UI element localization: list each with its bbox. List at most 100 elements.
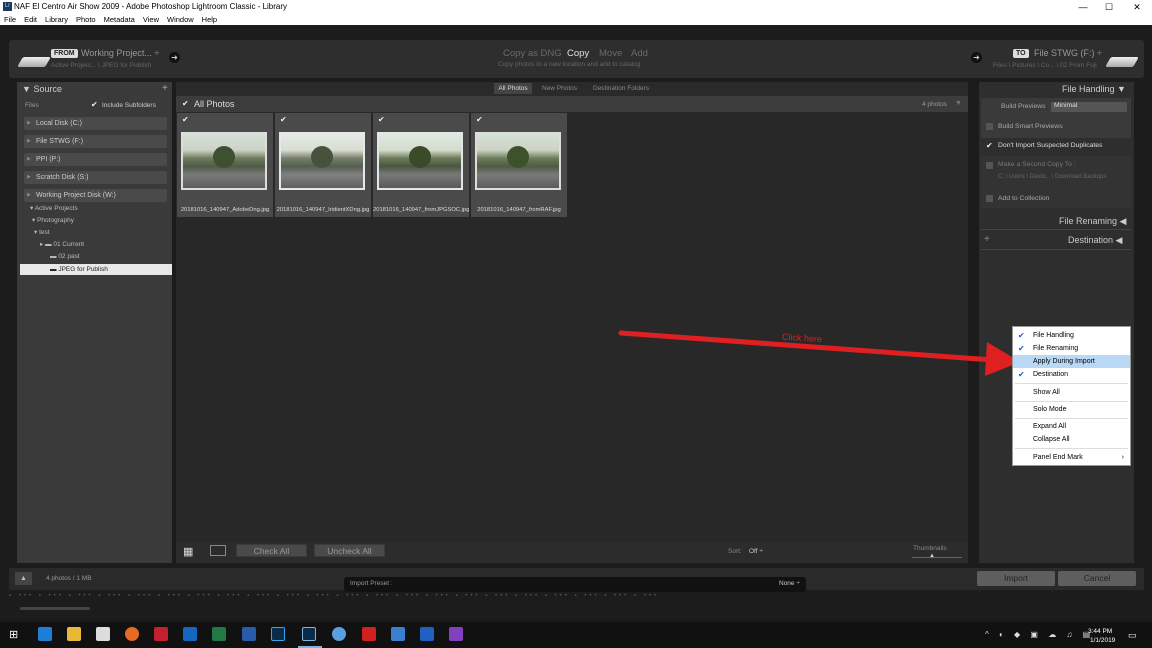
file-renaming-header[interactable]: File Renaming ◀ — [1059, 214, 1126, 228]
app-icon[interactable] — [420, 627, 434, 641]
photo-thumbnail[interactable] — [181, 132, 267, 190]
tab-all-photos[interactable]: All Photos — [494, 83, 532, 94]
source-panel-header[interactable]: ▼ Source — [22, 82, 62, 96]
minimize-button[interactable]: — — [1070, 0, 1096, 14]
photo-thumbnail[interactable] — [279, 132, 365, 190]
outlook-icon[interactable] — [183, 627, 197, 641]
from-source-selector[interactable]: Working Project... ÷ — [81, 48, 159, 58]
tree-jpeg-for-publish-selected[interactable]: ▬ JPEG for Publish — [20, 264, 172, 275]
app-icon[interactable] — [154, 627, 168, 641]
drive-local-disk-c[interactable]: Local Disk (C:) — [24, 117, 167, 130]
import-preset-select[interactable]: None ÷ — [779, 580, 800, 587]
app-icon[interactable] — [362, 627, 376, 641]
lightroom-icon[interactable] — [302, 627, 316, 641]
edge-icon[interactable] — [38, 627, 52, 641]
close-button[interactable]: ✕ — [1124, 0, 1150, 14]
menu-item-file-renaming[interactable]: ✔ File Renaming — [1013, 342, 1130, 355]
app-icon[interactable] — [391, 627, 405, 641]
add-to-collection-checkbox[interactable] — [986, 195, 993, 202]
menu-item-panel-end-mark[interactable]: Panel End Mark › — [1013, 451, 1130, 464]
tab-destination-folders[interactable]: Destination Folders — [593, 85, 649, 92]
dont-import-duplicates-checkbox[interactable]: ✔ — [986, 142, 993, 150]
second-copy-checkbox[interactable] — [986, 162, 993, 169]
photo-cell[interactable]: ✔ 20181016_140947_fromRAF.jpg — [471, 113, 567, 217]
menu-help[interactable]: Help — [198, 14, 221, 25]
menu-window[interactable]: Window — [163, 14, 198, 25]
menu-item-apply-during-import[interactable]: Apply During Import — [1013, 355, 1130, 368]
excel-icon[interactable] — [212, 627, 226, 641]
mode-copy-as-dng[interactable]: Copy as DNG — [503, 48, 562, 59]
photo-cell[interactable]: ✔ 20181016_140947_AdobeDng.jpg — [177, 113, 273, 217]
all-photos-checkbox[interactable]: ✔ — [182, 100, 189, 108]
mode-copy[interactable]: Copy — [567, 48, 589, 59]
drive-scratch-disk-s[interactable]: Scratch Disk (S:) — [24, 171, 167, 184]
system-tray-icons[interactable]: ^ ◐ ◆ ▣ ☁ ♫ ▤ — [985, 630, 1094, 639]
photo-thumbnail[interactable] — [475, 132, 561, 190]
photo-cell[interactable]: ✔ 20181016_140947_IridientXDng.jpg — [275, 113, 371, 217]
import-button[interactable]: Import — [977, 571, 1055, 586]
from-arrow-icon[interactable]: ➜ — [169, 52, 180, 63]
word-icon[interactable] — [242, 627, 256, 641]
drive-working-project-w[interactable]: Working Project Disk (W:) — [24, 189, 167, 202]
sort-selector[interactable]: Off ÷ — [749, 548, 763, 555]
build-smart-previews-checkbox[interactable] — [986, 123, 993, 130]
tree-photography[interactable]: ▾ Photography — [32, 215, 74, 227]
filmstrip-scrollbar[interactable] — [20, 607, 90, 610]
menu-item-solo-mode[interactable]: Solo Mode — [1013, 403, 1130, 416]
photo-checkbox[interactable]: ✔ — [378, 116, 385, 124]
menu-view[interactable]: View — [139, 14, 163, 25]
grid-menu-triangle-icon[interactable]: ▼ — [955, 100, 962, 107]
loupe-view-icon[interactable] — [210, 545, 226, 556]
add-source-plus-icon[interactable]: + — [162, 83, 168, 94]
tree-02-past[interactable]: ▬ 02 past — [50, 251, 80, 263]
menu-item-collapse-all[interactable]: Collapse All — [1013, 433, 1130, 446]
photo-cell[interactable]: ✔ 20181016_140947_fromJPGSOC.jpg — [373, 113, 469, 217]
photoshop-icon[interactable] — [271, 627, 285, 641]
file-handling-header[interactable]: File Handling ▼ — [1062, 82, 1126, 96]
app-icon[interactable] — [449, 627, 463, 641]
slider-handle-icon[interactable]: ▲ — [929, 553, 935, 559]
menu-item-destination[interactable]: ✔ Destination — [1013, 368, 1130, 381]
tree-active-projects[interactable]: ▾ Active Projects — [30, 203, 78, 215]
to-arrow-icon[interactable]: ➜ — [971, 52, 982, 63]
check-all-button[interactable]: Check All — [236, 544, 307, 557]
uncheck-all-button[interactable]: Uncheck All — [314, 544, 385, 557]
photo-checkbox[interactable]: ✔ — [476, 116, 483, 124]
build-previews-select[interactable]: Minimal — [1051, 102, 1127, 112]
firefox-icon[interactable] — [125, 627, 139, 641]
app-icon[interactable] — [332, 627, 346, 641]
menu-photo[interactable]: Photo — [72, 14, 100, 25]
destination-header[interactable]: Destination ◀ — [1068, 233, 1122, 247]
notifications-icon[interactable]: ▭ — [1128, 630, 1137, 641]
menu-edit[interactable]: Edit — [20, 14, 41, 25]
clock-date[interactable]: 1/1/2019 — [1090, 637, 1115, 644]
store-icon[interactable] — [96, 627, 110, 641]
menu-item-expand-all[interactable]: Expand All — [1013, 420, 1130, 433]
menu-library[interactable]: Library — [41, 14, 72, 25]
include-subfolders-checkbox[interactable]: ✔ — [91, 101, 98, 109]
drive-file-stwg-f[interactable]: File STWG (F:) — [24, 135, 167, 148]
destination-plus-icon[interactable]: + — [984, 234, 990, 245]
tree-test[interactable]: ▾ test — [34, 227, 50, 239]
clock-time[interactable]: 3:44 PM — [1088, 628, 1112, 635]
second-copy-path[interactable]: C: \ Users \ David... \ Download Backups — [998, 174, 1106, 180]
maximize-button[interactable]: ☐ — [1096, 0, 1122, 14]
cancel-button[interactable]: Cancel — [1058, 571, 1136, 586]
menu-item-show-all[interactable]: Show All — [1013, 386, 1130, 399]
collapse-grid-icon[interactable]: ▲ — [15, 572, 32, 585]
mode-move[interactable]: Move — [599, 48, 622, 59]
drive-ppi-p[interactable]: PPI (P:) — [24, 153, 167, 166]
thumbnail-size-slider[interactable] — [912, 557, 962, 558]
photo-checkbox[interactable]: ✔ — [280, 116, 287, 124]
grid-view-icon[interactable]: ▦ — [183, 545, 193, 558]
to-destination-selector[interactable]: File STWG (F:) ÷ — [1034, 48, 1102, 58]
file-explorer-icon[interactable] — [67, 627, 81, 641]
menu-metadata[interactable]: Metadata — [100, 14, 139, 25]
menu-item-file-handling[interactable]: ✔ File Handling — [1013, 329, 1130, 342]
windows-start-icon[interactable]: ⊞ — [9, 628, 18, 641]
menu-file[interactable]: File — [0, 14, 20, 25]
photo-checkbox[interactable]: ✔ — [182, 116, 189, 124]
tab-new-photos[interactable]: New Photos — [542, 85, 577, 92]
mode-add[interactable]: Add — [631, 48, 648, 59]
photo-thumbnail[interactable] — [377, 132, 463, 190]
